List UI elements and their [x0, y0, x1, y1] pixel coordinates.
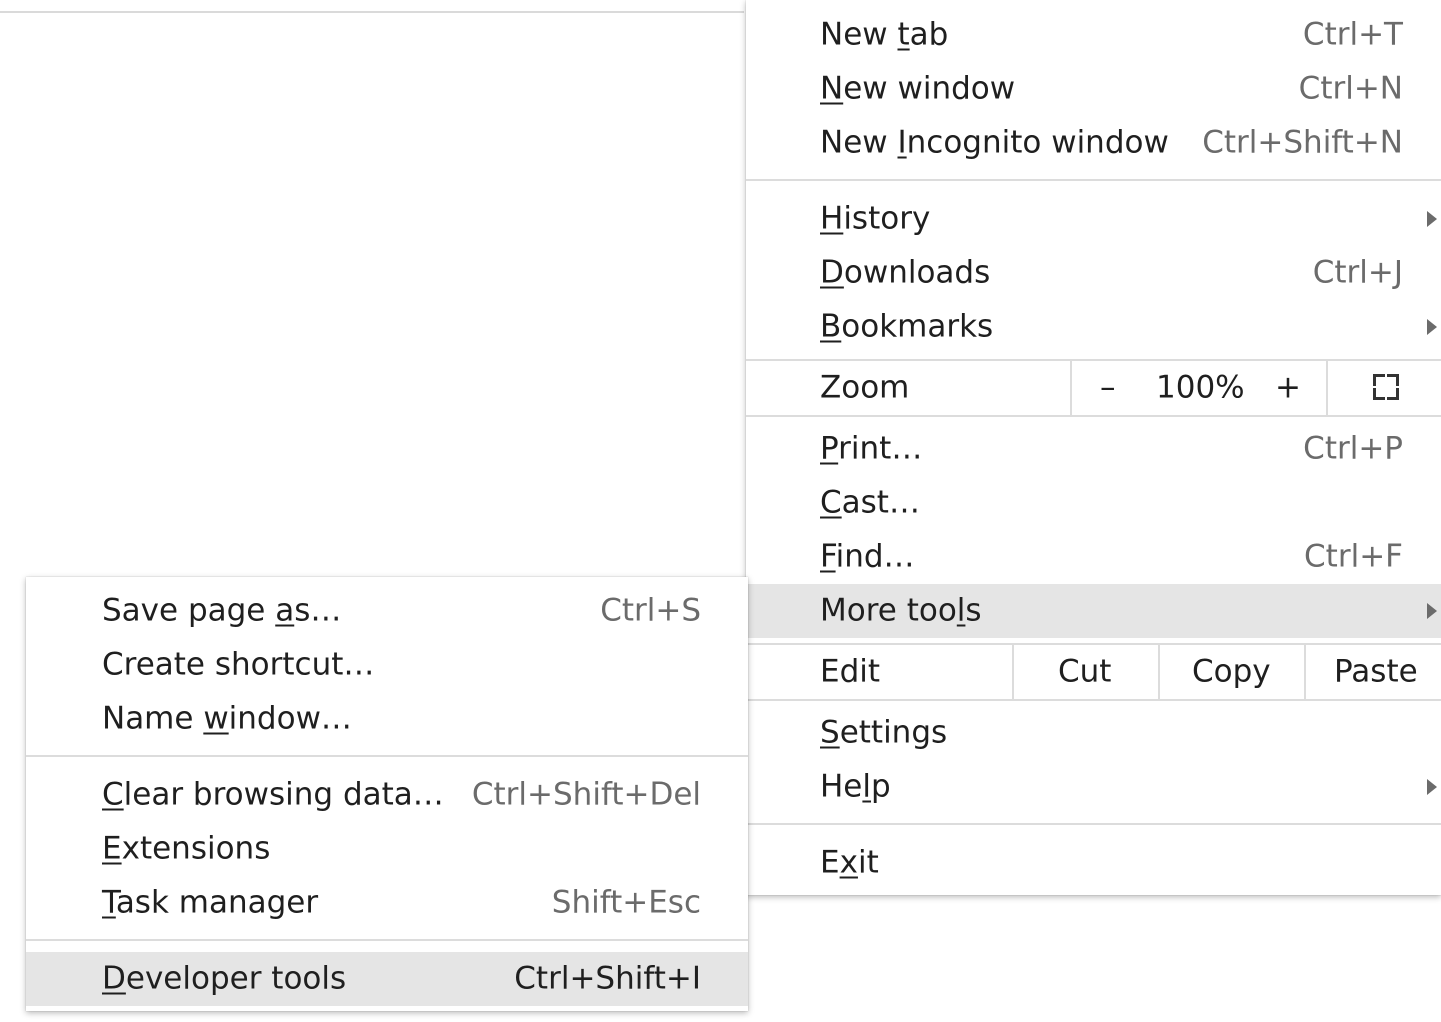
menu-item-history[interactable]: History	[746, 192, 1441, 246]
menu-item-label: Name window…	[102, 700, 352, 737]
edit-label: Edit	[820, 653, 881, 690]
menu-item-label: New window	[820, 70, 1016, 107]
menu-item-shortcut: Ctrl+J	[1312, 254, 1403, 291]
menu-item-shortcut: Ctrl+T	[1302, 16, 1403, 53]
menu-item-find[interactable]: Find… Ctrl+F	[746, 530, 1441, 584]
menu-item-label: Save page as…	[102, 592, 342, 629]
menu-item-label: Help	[820, 768, 891, 805]
menu-item-label: More tools	[820, 592, 982, 629]
zoom-divider	[1070, 361, 1072, 415]
menu-separator	[746, 823, 1441, 825]
menu-item-label: Find…	[820, 538, 915, 575]
menu-item-downloads[interactable]: Downloads Ctrl+J	[746, 246, 1441, 300]
menu-item-clear-browsing-data[interactable]: Clear browsing data… Ctrl+Shift+Del	[26, 768, 748, 822]
menu-item-settings[interactable]: Settings	[746, 706, 1441, 760]
menu-separator	[26, 755, 748, 757]
menu-item-shortcut: Ctrl+N	[1298, 70, 1403, 107]
toolbar-divider	[0, 11, 744, 13]
menu-item-task-manager[interactable]: Task manager Shift+Esc	[26, 876, 748, 930]
menu-item-bookmarks[interactable]: Bookmarks	[746, 300, 1441, 354]
fullscreen-icon[interactable]	[1373, 374, 1399, 400]
menu-item-new-incognito-window[interactable]: New Incognito window Ctrl+Shift+N	[746, 116, 1441, 170]
menu-item-shortcut: Ctrl+S	[600, 592, 701, 629]
menu-item-label: Developer tools	[102, 960, 347, 997]
menu-item-shortcut: Ctrl+Shift+I	[514, 960, 701, 997]
edit-divider	[1304, 645, 1306, 699]
menu-separator	[26, 939, 748, 941]
menu-item-new-window[interactable]: New window Ctrl+N	[746, 62, 1441, 116]
zoom-divider	[1326, 361, 1328, 415]
zoom-out-button[interactable]: –	[1100, 372, 1116, 404]
menu-item-label: History	[820, 200, 931, 237]
menu-separator	[746, 415, 1441, 417]
menu-item-help[interactable]: Help	[746, 760, 1441, 814]
edit-divider	[1012, 645, 1014, 699]
edit-divider	[1158, 645, 1160, 699]
zoom-level: 100%	[1156, 369, 1245, 406]
menu-separator	[746, 699, 1441, 701]
menu-item-shortcut: Ctrl+F	[1304, 538, 1403, 575]
zoom-row: Zoom – 100% +	[746, 361, 1441, 415]
menu-item-new-tab[interactable]: New tab Ctrl+T	[746, 8, 1441, 62]
menu-item-more-tools[interactable]: More tools	[746, 584, 1441, 638]
menu-item-shortcut: Ctrl+Shift+Del	[471, 776, 701, 813]
menu-item-label: Extensions	[102, 830, 271, 867]
menu-item-label: Downloads	[820, 254, 991, 291]
more-tools-submenu: Save page as… Ctrl+S Create shortcut… Na…	[26, 577, 748, 1011]
menu-item-extensions[interactable]: Extensions	[26, 822, 748, 876]
zoom-label: Zoom	[820, 369, 910, 406]
cut-button[interactable]: Cut	[1058, 656, 1111, 688]
menu-item-label: Print…	[820, 430, 923, 467]
menu-item-label: Create shortcut…	[102, 646, 375, 683]
menu-separator	[746, 179, 1441, 181]
edit-row: Edit Cut Copy Paste	[746, 645, 1441, 699]
menu-item-shortcut: Ctrl+Shift+N	[1202, 124, 1403, 161]
submenu-arrow-icon	[1427, 211, 1437, 227]
menu-item-create-shortcut[interactable]: Create shortcut…	[26, 638, 748, 692]
submenu-arrow-icon	[1427, 779, 1437, 795]
submenu-arrow-icon	[1427, 603, 1437, 619]
menu-item-shortcut: Shift+Esc	[551, 884, 701, 921]
menu-item-save-page-as[interactable]: Save page as… Ctrl+S	[26, 584, 748, 638]
zoom-in-button[interactable]: +	[1275, 372, 1301, 404]
menu-item-cast[interactable]: Cast…	[746, 476, 1441, 530]
menu-item-developer-tools[interactable]: Developer tools Ctrl+Shift+I	[26, 952, 748, 1006]
submenu-arrow-icon	[1427, 319, 1437, 335]
menu-item-label: Exit	[820, 844, 879, 881]
menu-item-label: Settings	[820, 714, 948, 751]
paste-button[interactable]: Paste	[1334, 656, 1418, 688]
menu-item-label: Clear browsing data…	[102, 776, 444, 813]
menu-item-label: Task manager	[102, 884, 319, 921]
menu-item-label: Bookmarks	[820, 308, 994, 345]
menu-item-shortcut: Ctrl+P	[1303, 430, 1403, 467]
menu-item-label: Cast…	[820, 484, 920, 521]
menu-item-print[interactable]: Print… Ctrl+P	[746, 422, 1441, 476]
menu-item-exit[interactable]: Exit	[746, 836, 1441, 890]
menu-item-label: New tab	[820, 16, 949, 53]
browser-main-menu: New tab Ctrl+T New window Ctrl+N New Inc…	[746, 0, 1441, 895]
copy-button[interactable]: Copy	[1192, 656, 1271, 688]
menu-item-name-window[interactable]: Name window…	[26, 692, 748, 746]
menu-item-label: New Incognito window	[820, 124, 1169, 161]
